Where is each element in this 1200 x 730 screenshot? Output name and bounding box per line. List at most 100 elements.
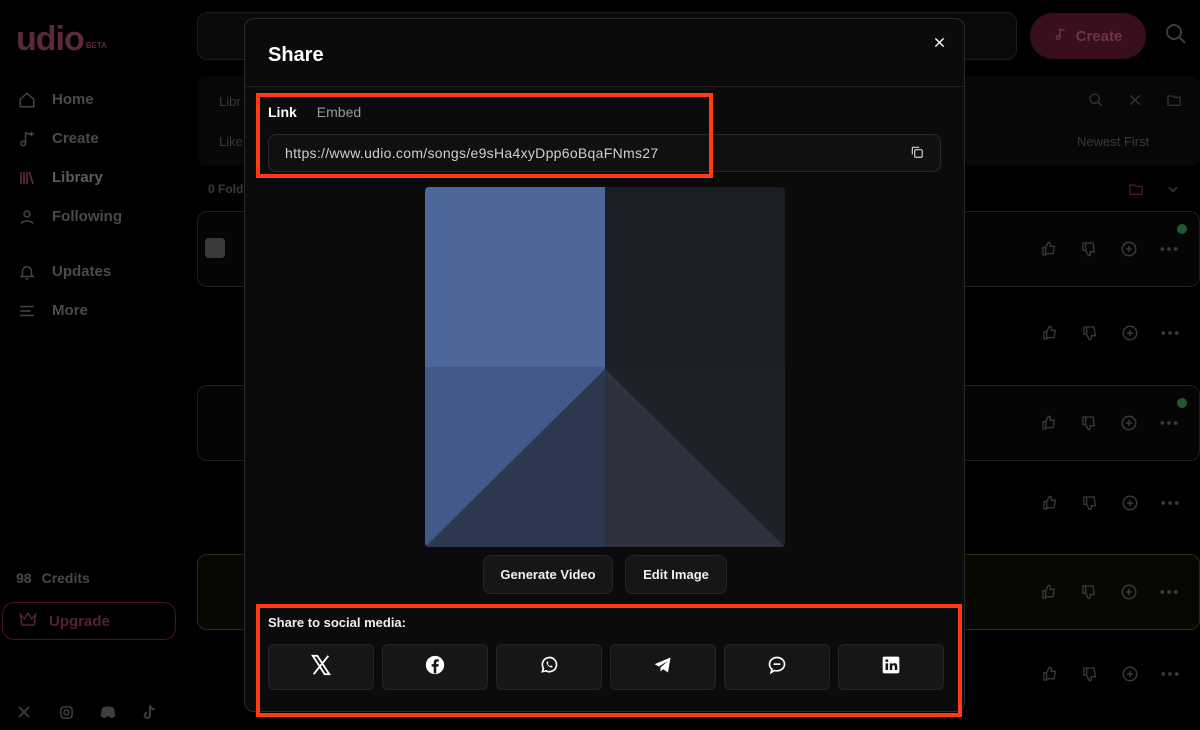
sidebar-item-label: Following [52, 208, 122, 225]
upgrade-button[interactable]: Upgrade [2, 602, 176, 640]
sidebar-item-label: Home [52, 91, 94, 108]
create-label: Create [1075, 27, 1123, 45]
search-icon[interactable] [1088, 92, 1104, 113]
music-note-icon [16, 128, 38, 150]
search-icon[interactable] [1164, 22, 1188, 51]
sidebar-item-more[interactable]: More [16, 291, 186, 330]
add-icon[interactable] [1120, 664, 1140, 684]
thumbs-up-icon[interactable] [1040, 323, 1060, 343]
more-icon[interactable] [1160, 493, 1180, 513]
tiktok-icon[interactable] [140, 702, 160, 722]
credits-count: 98 [16, 570, 32, 586]
menu-icon [16, 300, 38, 322]
upgrade-label: Upgrade [49, 612, 110, 630]
folder-icon[interactable] [1166, 92, 1182, 113]
sidebar-item-home[interactable]: Home [16, 80, 186, 119]
facebook-icon [425, 655, 445, 680]
add-icon[interactable] [1120, 323, 1140, 343]
home-icon [16, 89, 38, 111]
row-actions [1040, 323, 1180, 343]
sidebar-item-following[interactable]: Following [16, 197, 186, 236]
more-icon[interactable] [1159, 413, 1179, 433]
row-actions [1039, 239, 1179, 259]
sort-dropdown[interactable]: Newest First [1077, 134, 1149, 149]
tab-embed[interactable]: Embed [317, 104, 361, 120]
sidebar-item-label: Create [52, 130, 99, 147]
thumbs-up-icon[interactable] [1039, 413, 1059, 433]
share-telegram-button[interactable] [610, 644, 716, 690]
add-icon[interactable] [1120, 493, 1140, 513]
sidebar-item-label: Updates [52, 263, 112, 280]
credits-display: 98 Credits [16, 570, 90, 586]
share-link-field[interactable]: https://www.udio.com/songs/e9sHa4xyDpp6o… [268, 134, 941, 172]
social-share-label: Share to social media: [268, 615, 406, 630]
more-icon[interactable] [1160, 664, 1180, 684]
close-button[interactable] [930, 35, 948, 53]
message-icon [767, 655, 787, 680]
udio-logo[interactable]: udio BETA [16, 20, 107, 59]
share-modal: Share Link Embed https://www.udio.com/so… [244, 18, 965, 712]
thumbs-down-icon[interactable] [1080, 323, 1100, 343]
whatsapp-icon [539, 655, 559, 680]
share-whatsapp-button[interactable] [496, 644, 602, 690]
generate-video-button[interactable]: Generate Video [483, 555, 613, 594]
crown-icon [19, 611, 37, 631]
add-icon[interactable] [1119, 413, 1139, 433]
user-icon [16, 206, 38, 228]
thumbs-down-icon[interactable] [1080, 493, 1100, 513]
add-icon[interactable] [1119, 239, 1139, 259]
sidebar-item-label: More [52, 302, 88, 319]
filter-label[interactable]: Like [219, 134, 243, 149]
thumbs-up-icon[interactable] [1040, 493, 1060, 513]
more-icon[interactable] [1159, 239, 1179, 259]
status-dot [1177, 398, 1187, 408]
close-icon [934, 35, 945, 53]
modal-title: Share [268, 44, 324, 66]
song-cover-image [425, 187, 785, 547]
share-linkedin-button[interactable] [838, 644, 944, 690]
row-actions [1040, 493, 1180, 513]
telegram-icon [653, 655, 673, 680]
new-folder-icon[interactable] [1128, 181, 1144, 202]
create-button[interactable]: Create [1030, 13, 1146, 59]
close-icon[interactable] [1128, 93, 1142, 112]
row-actions [1040, 664, 1180, 684]
share-link-url: https://www.udio.com/songs/e9sHa4xyDpp6o… [285, 145, 659, 161]
row-actions [1039, 582, 1179, 602]
chevron-down-icon[interactable] [1166, 182, 1180, 201]
discord-icon[interactable] [98, 702, 118, 722]
sidebar-item-updates[interactable]: Updates [16, 252, 186, 291]
row-checkbox[interactable] [205, 238, 225, 258]
thumbs-down-icon[interactable] [1080, 664, 1100, 684]
folders-label[interactable]: 0 Fold [208, 182, 243, 196]
share-x-button[interactable] [268, 644, 374, 690]
music-note-icon [1054, 27, 1068, 45]
more-icon[interactable] [1159, 582, 1179, 602]
sidebar-item-library[interactable]: Library [16, 158, 186, 197]
share-tabs: Link Embed [268, 104, 361, 120]
add-icon[interactable] [1119, 582, 1139, 602]
thumbs-down-icon[interactable] [1079, 413, 1099, 433]
library-tab-label[interactable]: Libr [219, 94, 241, 109]
tab-link[interactable]: Link [268, 104, 297, 120]
thumbs-up-icon[interactable] [1039, 239, 1059, 259]
thumbs-up-icon[interactable] [1039, 582, 1059, 602]
library-icon [16, 167, 38, 189]
bell-icon [16, 261, 38, 283]
x-icon[interactable] [14, 702, 34, 722]
linkedin-icon [881, 655, 901, 680]
sidebar-item-create[interactable]: Create [16, 119, 186, 158]
share-message-button[interactable] [724, 644, 830, 690]
thumbs-down-icon[interactable] [1079, 582, 1099, 602]
thumbs-up-icon[interactable] [1040, 664, 1060, 684]
sidebar-nav: Home Create Library Following Updates Mo… [16, 80, 186, 330]
more-icon[interactable] [1160, 323, 1180, 343]
copy-icon[interactable] [910, 145, 926, 161]
row-actions [1039, 413, 1179, 433]
sidebar: udioBETA Home Create Library Following [0, 0, 196, 730]
thumbs-down-icon[interactable] [1079, 239, 1099, 259]
edit-image-button[interactable]: Edit Image [625, 555, 727, 594]
credits-label: Credits [41, 570, 90, 586]
share-facebook-button[interactable] [382, 644, 488, 690]
instagram-icon[interactable] [56, 702, 76, 722]
